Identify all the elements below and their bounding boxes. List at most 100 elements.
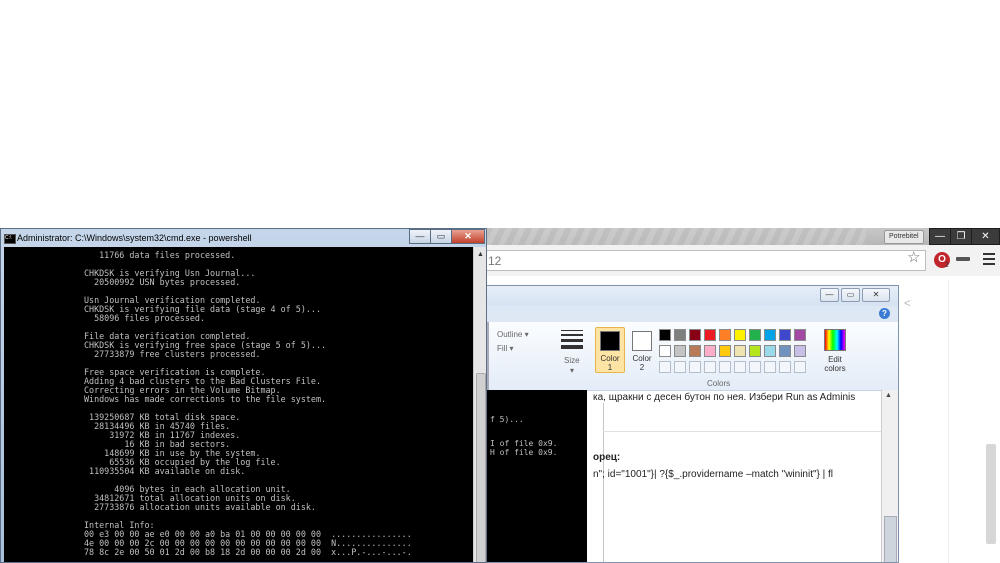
scroll-up-icon[interactable]: ▲ — [477, 251, 484, 258]
page-divider — [948, 280, 949, 563]
cmd-close-button[interactable]: ✕ — [451, 229, 485, 244]
size-dropdown-arrow[interactable]: ▾ — [570, 366, 574, 375]
palette-swatch[interactable] — [734, 345, 746, 357]
fill-button[interactable]: Fill ▾ — [497, 344, 513, 353]
cmd-maximize-button[interactable]: ▭ — [430, 229, 452, 244]
palette-swatch-empty[interactable] — [764, 361, 776, 373]
paint-ribbon: Outline ▾ Fill ▾ Size ▾ Color 1 Color 2 … — [487, 322, 898, 391]
help-icon[interactable]: ? — [879, 308, 890, 319]
palette-swatch-empty[interactable] — [689, 361, 701, 373]
profile-badge[interactable]: Potrebitel — [884, 230, 924, 244]
palette-swatch-empty[interactable] — [719, 361, 731, 373]
console-fragment: H of file 0x9. — [490, 448, 558, 457]
console-line: 58096 files processed. — [84, 313, 206, 323]
scroll-thumb[interactable] — [884, 516, 897, 562]
palette-swatch[interactable] — [704, 329, 716, 341]
extension-bar-icon[interactable] — [956, 257, 970, 261]
palette-swatch[interactable] — [779, 329, 791, 341]
address-bar[interactable]: 12 — [486, 250, 926, 271]
page-scrollbar[interactable] — [986, 444, 996, 544]
palette-swatch[interactable] — [659, 329, 671, 341]
color1-swatch — [600, 331, 620, 351]
palette-swatch-empty[interactable] — [659, 361, 671, 373]
palette-swatch[interactable] — [704, 345, 716, 357]
scroll-up-icon[interactable]: ▲ — [885, 392, 892, 399]
edit-colors-button[interactable]: Edit colors — [820, 329, 850, 373]
browser-minimize-button[interactable]: — — [929, 228, 951, 245]
canvas-scrollbar[interactable]: ▲ — [881, 390, 898, 562]
palette-swatch[interactable] — [779, 345, 791, 357]
cmd-app-icon[interactable]: C:\ — [4, 234, 16, 244]
canvas-text-line: орец: — [593, 452, 621, 463]
cmd-overflow-region: f 5)... I of file 0x9. H of file 0x9. — [487, 390, 587, 562]
palette-swatch[interactable] — [689, 329, 701, 341]
palette-swatch[interactable] — [659, 345, 671, 357]
extension-badge: 2 — [945, 262, 949, 269]
browser-tab-strip — [486, 228, 866, 245]
palette-swatch-empty[interactable] — [734, 361, 746, 373]
console-line: 11766 data files processed. — [84, 250, 236, 260]
scroll-thumb[interactable] — [476, 373, 486, 562]
palette-swatch-empty[interactable] — [704, 361, 716, 373]
canvas-text-line: n"; id="1001"}| ?{$_.providername –match… — [593, 469, 834, 480]
palette-swatch[interactable] — [674, 345, 686, 357]
paint-maximize-button[interactable]: ▭ — [841, 288, 860, 302]
color2-label: Color 2 — [632, 354, 652, 372]
console-line: 27733879 free clusters processed. — [84, 349, 261, 359]
console-scrollbar[interactable]: ▲ — [473, 247, 486, 562]
size-lines-icon[interactable] — [561, 330, 583, 352]
paint-titlebar: — ▭ ✕ — [487, 286, 898, 306]
console-line: 78 8c 2e 00 50 01 2d 00 b8 18 2d 00 00 0… — [84, 547, 412, 557]
cmd-minimize-button[interactable]: — — [409, 229, 431, 244]
palette-swatch[interactable] — [764, 345, 776, 357]
paint-canvas[interactable]: ка, щракни с десен бутон по нея. Избери … — [587, 391, 881, 562]
cmd-titlebar: C:\ Administrator: C:\Windows\system32\c… — [1, 229, 486, 247]
cmd-window: C:\ Administrator: C:\Windows\system32\c… — [0, 228, 487, 563]
palette-swatch[interactable] — [749, 329, 761, 341]
canvas-rule — [603, 431, 881, 432]
color1-button[interactable]: Color 1 — [595, 327, 625, 373]
edit-colors-label: Edit colors — [824, 355, 846, 373]
palette-swatch-empty[interactable] — [794, 361, 806, 373]
palette-swatch[interactable] — [749, 345, 761, 357]
color2-button[interactable]: Color 2 — [627, 327, 657, 373]
paint-window: — ▭ ✕ ? Outline ▾ Fill ▾ Size ▾ Color 1 … — [486, 285, 899, 563]
console-line: 110935504 KB available on disk. — [84, 466, 246, 476]
browser-titlebar: Potrebitel — ❐ ✕ — [486, 228, 1000, 245]
console-line: 20500992 USN bytes processed. — [84, 277, 241, 287]
palette-swatch[interactable] — [794, 329, 806, 341]
console-output[interactable]: 11766 data files processed. CHKDSK is ver… — [4, 247, 473, 562]
ribbon-edge — [487, 322, 489, 390]
bookmark-star-icon[interactable]: ☆ — [907, 248, 920, 266]
rainbow-icon — [824, 329, 846, 351]
paint-close-button[interactable]: ✕ — [862, 288, 890, 302]
palette-swatch-empty[interactable] — [779, 361, 791, 373]
canvas-divider — [603, 403, 604, 562]
browser-toolbar: 12 ☆ O 2 — [486, 245, 1000, 277]
color2-swatch — [632, 331, 652, 351]
menu-icon[interactable] — [983, 253, 995, 268]
console-line: Windows has made corrections to the file… — [84, 394, 327, 404]
palette-swatch-empty[interactable] — [749, 361, 761, 373]
canvas-text-line: ка, щракни с десен бутон по нея. Избери … — [593, 392, 856, 403]
outline-button[interactable]: Outline ▾ — [497, 330, 529, 339]
palette-swatch-empty[interactable] — [674, 361, 686, 373]
browser-close-button[interactable]: ✕ — [971, 228, 1000, 245]
cmd-window-title: Administrator: C:\Windows\system32\cmd.e… — [17, 233, 252, 243]
console-fragment: f 5)... — [490, 415, 524, 424]
palette-swatch[interactable] — [674, 329, 686, 341]
palette-swatch[interactable] — [719, 329, 731, 341]
console-line: 27733876 allocation units available on d… — [84, 502, 316, 512]
console-fragment: I of file 0x9. — [490, 439, 558, 448]
size-label: Size — [564, 356, 580, 365]
palette-swatch[interactable] — [764, 329, 776, 341]
colors-group-label: Colors — [707, 379, 731, 388]
palette-swatch[interactable] — [719, 345, 731, 357]
share-icon[interactable]: < — [904, 296, 911, 310]
palette-swatch[interactable] — [794, 345, 806, 357]
color1-label: Color 1 — [600, 354, 620, 372]
palette-swatch[interactable] — [689, 345, 701, 357]
palette-swatch[interactable] — [734, 329, 746, 341]
browser-restore-button[interactable]: ❐ — [950, 228, 972, 245]
paint-minimize-button[interactable]: — — [820, 288, 839, 302]
